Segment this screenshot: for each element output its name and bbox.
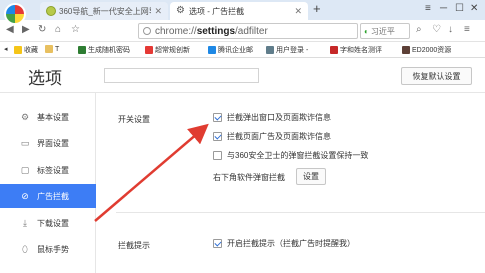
bookmarks-bar: ◂ 收藏 T 生成随机密码 超常规创新 腾讯企业邮 用户登录 - 字和姓名测评 … [0,42,485,58]
download-icon: ⤓ [23,217,27,228]
star-icon [14,46,22,54]
option-block-page-ads[interactable]: 拦截页面广告及页面欺诈信息 [213,131,331,142]
sidebar-item-label: 鼠标手势 [37,244,69,254]
star-icon[interactable]: ☆ [71,24,80,35]
section-divider [116,212,485,213]
close-window-button[interactable]: ✕ [470,3,478,14]
bookmark-icon [145,46,153,54]
sidebar-item-tabs[interactable]: ▢ 标签设置 [0,158,96,182]
bookmark-icon [266,46,274,54]
option-label: 拦截弹出窗口及页面欺诈信息 [227,113,331,122]
prompt-section-label: 拦截提示 [118,241,150,250]
page-info-icon[interactable] [143,27,151,35]
option-label: 拦截页面广告及页面欺诈信息 [227,132,331,141]
sidebar-item-mouse-gesture[interactable]: ⬯ 鼠标手势 [0,237,96,261]
360-favicon-icon [46,6,56,16]
search-engine-icon[interactable]: ◐ [364,27,369,36]
bookmark-folder[interactable]: T [45,45,59,53]
bookmark-login[interactable]: 用户登录 - [266,45,308,55]
option-block-popups[interactable]: 拦截弹出窗口及页面欺诈信息 [213,112,331,123]
settings-sidebar: ⚙ 基本设置 ▭ 界面设置 ▢ 标签设置 ⊘ 广告拦截 ⤓ 下载设置 ⬯ 鼠标手… [0,93,96,273]
bookmark-password[interactable]: 生成随机密码 [78,45,130,55]
checkbox-checked[interactable] [213,239,222,248]
menu-icon[interactable]: ≡ [425,3,431,14]
tab-title: 360导航_新一代安全上网导航 [59,6,151,16]
tab-settings[interactable]: ⚙ 选项 - 广告拦截 ✕ [170,2,308,20]
bookmarks-menu-icon[interactable]: ◂ [4,45,8,53]
search-input[interactable] [370,26,409,36]
bookmark-innovation[interactable]: 超常规创新 [145,45,190,55]
forward-icon[interactable]: ▶ [22,24,30,35]
download-icon[interactable]: ↓ [448,24,453,35]
bookmark-name-test[interactable]: 字和姓名测评 [330,45,382,55]
checkbox-checked[interactable] [213,132,222,141]
search-icon[interactable]: ⌕ [416,24,422,35]
checkbox-checked[interactable] [213,113,222,122]
address-bar-row: ◀ ▶ ↻ ⌂ ☆ chrome://settings/adfilter ◐ ⌕… [0,20,485,42]
close-icon[interactable]: ✕ [294,6,302,17]
option-sync-360-guard[interactable]: 与360安全卫士的弹窗拦截设置保持一致 [213,150,368,161]
close-icon[interactable]: ✕ [154,6,162,17]
sidebar-item-label: 下载设置 [37,218,69,228]
mouse-icon: ⬯ [22,243,28,254]
url-field[interactable]: chrome://settings/adfilter [138,23,358,39]
option-label: 开启拦截提示（拦截广告时提醒我） [227,239,355,248]
option-block-prompt[interactable]: 开启拦截提示（拦截广告时提醒我） [213,238,355,249]
sidebar-item-download[interactable]: ⤓ 下载设置 [0,211,96,235]
bookmark-icon [208,46,216,54]
sidebar-item-basic[interactable]: ⚙ 基本设置 [0,105,96,129]
new-tab-button[interactable]: + [313,1,321,16]
browser-logo-icon[interactable] [4,3,26,25]
switch-section-label: 开关设置 [118,115,150,124]
tab-360-nav[interactable]: 360导航_新一代安全上网导航 ✕ [40,2,168,20]
popup-block-label: 右下角软件弹窗拦截 [213,173,285,182]
checkbox-unchecked[interactable] [213,151,222,160]
sidebar-item-label: 标签设置 [37,165,69,175]
menu-icon[interactable]: ≡ [464,24,470,35]
settings-search-input[interactable] [104,68,259,83]
bookmark-ed2000[interactable]: ED2000资源 [402,45,451,55]
maximize-button[interactable]: ☐ [455,3,464,14]
sidebar-item-adblock[interactable]: ⊘ 广告拦截 [0,184,96,208]
minimize-button[interactable]: ─ [440,3,447,14]
folder-icon [45,45,53,53]
bookmark-icon [330,46,338,54]
sidebar-item-label: 界面设置 [37,138,69,148]
bookmark-icon [78,46,86,54]
favorites-icon[interactable]: ♡ [432,24,441,35]
gear-icon: ⚙ [20,111,30,122]
sidebar-item-label: 基本设置 [37,112,69,122]
search-box[interactable]: ◐ [360,23,410,39]
window-icon: ▭ [20,137,30,148]
bookmark-favorites[interactable]: 收藏 [14,45,38,55]
page-title: 选项 [28,69,62,88]
gear-icon: ⚙ [176,5,185,16]
sidebar-item-interface[interactable]: ▭ 界面设置 [0,131,96,155]
back-icon[interactable]: ◀ [6,24,14,35]
tab-title: 选项 - 广告拦截 [189,6,245,16]
restore-defaults-button[interactable]: 恢复默认设置 [401,67,472,85]
home-icon[interactable]: ⌂ [55,24,61,35]
bookmark-icon [402,46,410,54]
bookmark-tencent-mail[interactable]: 腾讯企业邮 [208,45,253,55]
refresh-icon[interactable]: ↻ [38,24,46,35]
tab-strip: 360导航_新一代安全上网导航 ✕ ⚙ 选项 - 广告拦截 ✕ + ≡ ─ ☐ … [0,0,485,25]
tag-icon: ▢ [20,164,30,175]
sidebar-item-label: 广告拦截 [37,191,69,201]
url-text: chrome://settings/adfilter [155,25,268,37]
popup-settings-button[interactable]: 设置 [296,168,326,185]
block-icon: ⊘ [21,190,29,201]
folder-label: T [55,45,60,53]
option-label: 与360安全卫士的弹窗拦截设置保持一致 [227,151,369,160]
